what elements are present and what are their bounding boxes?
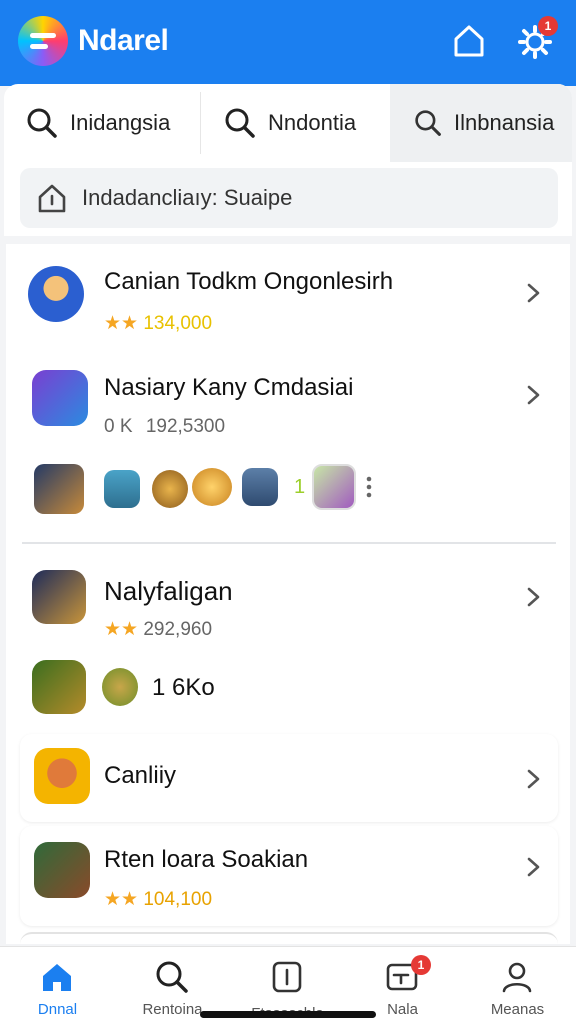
app-icon <box>34 842 90 898</box>
home-icon <box>43 964 71 991</box>
star-icon: ★★ <box>104 619 139 640</box>
chevron-right-icon <box>527 283 540 303</box>
home-icon <box>454 25 484 57</box>
mini-app-icon[interactable] <box>34 464 84 514</box>
app-name: Nasiary Kany Cmdasiai <box>104 374 354 401</box>
app-rating: 0 K 192,5300 <box>104 416 225 438</box>
search-tab-label: Nndontia <box>268 110 357 135</box>
app-icon <box>34 748 90 804</box>
breadcrumb[interactable]: Indadancliaıy: Suaipe <box>20 168 558 228</box>
chevron-right-icon <box>527 385 540 405</box>
app-title: Ndarel <box>78 24 169 57</box>
nav-item-profile[interactable]: Meanas <box>460 947 576 1024</box>
search-tab-1[interactable]: Inidangsia <box>26 84 204 162</box>
settings-button[interactable]: 1 <box>516 16 558 60</box>
app-icon <box>32 570 86 624</box>
list-item[interactable]: Canliiy <box>20 734 558 822</box>
mini-app-icon[interactable] <box>152 470 188 508</box>
search-icon <box>415 110 441 136</box>
home-button[interactable] <box>450 22 488 60</box>
rating-value: 104,100 <box>143 889 213 910</box>
app-rating: ★★ 134,000 <box>104 312 212 335</box>
mini-app-icon[interactable] <box>104 470 140 508</box>
app-name: Canliiy <box>104 762 177 789</box>
nav-item-home[interactable]: Dnnal <box>0 947 115 1024</box>
star-icon: ★★ <box>104 889 139 910</box>
tab-divider <box>200 92 201 154</box>
list-item-partial <box>20 932 558 944</box>
app-rating: ★★ 292,960 <box>104 618 212 641</box>
home-icon <box>38 184 66 213</box>
app-name: Nalyfaligan <box>104 576 233 606</box>
rating-value: 292,960 <box>143 619 213 640</box>
related-apps-strip: 1 <box>6 458 570 518</box>
search-tab-3[interactable]: Ilnbnansia <box>390 84 572 162</box>
notification-badge: 1 <box>538 16 558 36</box>
section-divider <box>22 542 556 544</box>
chevron-right-icon <box>527 769 540 789</box>
app-list: Canian Todkm Ongonlesirh ★★ 134,000 Nasi… <box>6 244 570 944</box>
star-icon: ★★ <box>104 313 139 334</box>
rating-value: 192,5300 <box>145 416 226 437</box>
nav-label: Meanas <box>490 1001 545 1018</box>
breadcrumb-text: Indadancliaıy: Suaipe <box>82 185 293 210</box>
search-icon <box>225 108 255 138</box>
search-icon <box>156 961 188 993</box>
search-panel: Inidangsia Nndontia Ilnbnansia Indadancl… <box>4 84 572 236</box>
app-icon <box>28 266 84 322</box>
list-item[interactable]: Canian Todkm Ongonlesirh ★★ 134,000 <box>6 244 570 344</box>
app-rating: ★★ 104,100 <box>104 888 212 911</box>
rating-prefix: 0 K <box>104 416 133 437</box>
sub-list-item[interactable]: 1 6Ko <box>6 648 570 728</box>
app-name: Rten loara Soakian <box>104 846 309 873</box>
search-icon <box>27 108 57 138</box>
search-tab-label: Ilnbnansia <box>454 110 555 135</box>
sub-item-text: 1 6Ko <box>152 674 215 701</box>
chevron-right-icon <box>527 587 540 607</box>
list-item[interactable]: Nasiary Kany Cmdasiai 0 K 192,5300 <box>6 352 570 452</box>
top-app-bar: Ndarel 1 <box>0 0 576 86</box>
search-tab-2[interactable]: Nndontia <box>224 84 390 162</box>
more-vertical-icon[interactable] <box>364 474 374 500</box>
mini-row-marker: 1 <box>294 476 306 498</box>
nav-label: Dnnal <box>37 1001 78 1018</box>
rating-value: 134,000 <box>143 313 213 334</box>
app-icon <box>32 370 88 426</box>
mini-app-icon[interactable] <box>242 468 278 506</box>
notification-badge: 1 <box>411 955 431 975</box>
mini-app-icon[interactable] <box>312 464 356 510</box>
crossed-icon <box>102 668 138 706</box>
app-logo[interactable] <box>18 16 68 66</box>
person-icon <box>502 962 532 993</box>
mini-app-icon[interactable] <box>192 468 232 506</box>
chevron-right-icon <box>527 857 540 877</box>
app-icon <box>32 660 86 714</box>
home-indicator <box>200 1011 376 1018</box>
search-tab-label: Inidangsia <box>70 110 171 135</box>
list-item[interactable]: Nalyfaligan ★★ 292,960 <box>6 554 570 650</box>
app-name: Canian Todkm Ongonlesirh <box>104 268 394 295</box>
list-item[interactable]: Rten loara Soakian ★★ 104,100 <box>20 826 558 926</box>
info-icon <box>272 961 302 993</box>
